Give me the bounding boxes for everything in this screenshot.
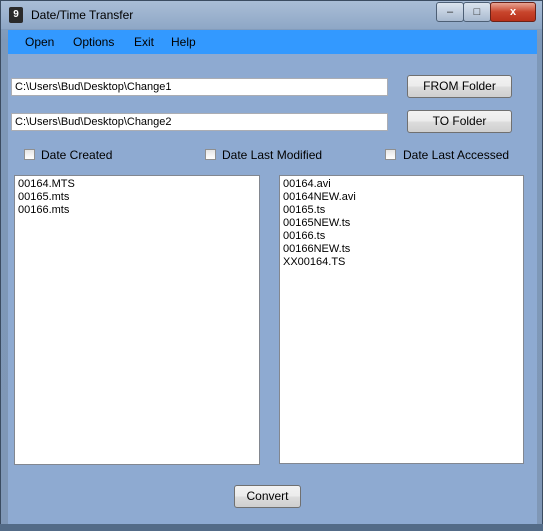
to-file-list[interactable]: 00164.avi 00164NEW.avi 00165.ts 00165NEW… — [279, 175, 524, 464]
to-path-input[interactable]: C:\Users\Bud\Desktop\Change2 — [11, 113, 388, 131]
list-item[interactable]: 00165.mts — [18, 191, 256, 204]
list-item[interactable]: XX00164.TS — [283, 256, 520, 269]
list-item[interactable]: 00166.mts — [18, 204, 256, 217]
title-bar[interactable]: 9 Date/Time Transfer – □ x — [1, 1, 542, 29]
menu-bar: Open Options Exit Help — [8, 30, 537, 54]
from-folder-button[interactable]: FROM Folder — [407, 75, 512, 98]
date-modified-checkbox[interactable] — [205, 149, 216, 160]
minimize-button[interactable]: – — [436, 2, 464, 22]
date-modified-label: Date Last Modified — [222, 148, 323, 162]
taskbar-edge — [0, 524, 543, 531]
date-accessed-checkbox[interactable] — [385, 149, 396, 160]
menu-exit[interactable]: Exit — [134, 35, 154, 49]
menu-options[interactable]: Options — [73, 35, 114, 49]
close-button[interactable]: x — [490, 2, 536, 22]
date-accessed-label: Date Last Accessed — [403, 148, 510, 162]
date-created-label: Date Created — [41, 148, 113, 162]
list-item[interactable]: 00166.ts — [283, 230, 520, 243]
list-item[interactable]: 00164.avi — [283, 178, 520, 191]
window-title: Date/Time Transfer — [31, 8, 134, 22]
app-window: 9 Date/Time Transfer – □ x Open Options … — [0, 0, 543, 531]
from-path-input[interactable]: C:\Users\Bud\Desktop\Change1 — [11, 78, 388, 96]
menu-open[interactable]: Open — [25, 35, 54, 49]
from-file-list[interactable]: 00164.MTS 00165.mts 00166.mts — [14, 175, 260, 465]
list-item[interactable]: 00165NEW.ts — [283, 217, 520, 230]
menu-help[interactable]: Help — [171, 35, 196, 49]
client-area: Open Options Exit Help C:\Users\Bud\Desk… — [8, 30, 537, 525]
list-item[interactable]: 00164NEW.avi — [283, 191, 520, 204]
maximize-button[interactable]: □ — [463, 2, 491, 22]
app-icon: 9 — [9, 7, 23, 23]
list-item[interactable]: 00166NEW.ts — [283, 243, 520, 256]
to-folder-button[interactable]: TO Folder — [407, 110, 512, 133]
list-item[interactable]: 00164.MTS — [18, 178, 256, 191]
date-created-checkbox[interactable] — [24, 149, 35, 160]
convert-button[interactable]: Convert — [234, 485, 301, 508]
list-item[interactable]: 00165.ts — [283, 204, 520, 217]
